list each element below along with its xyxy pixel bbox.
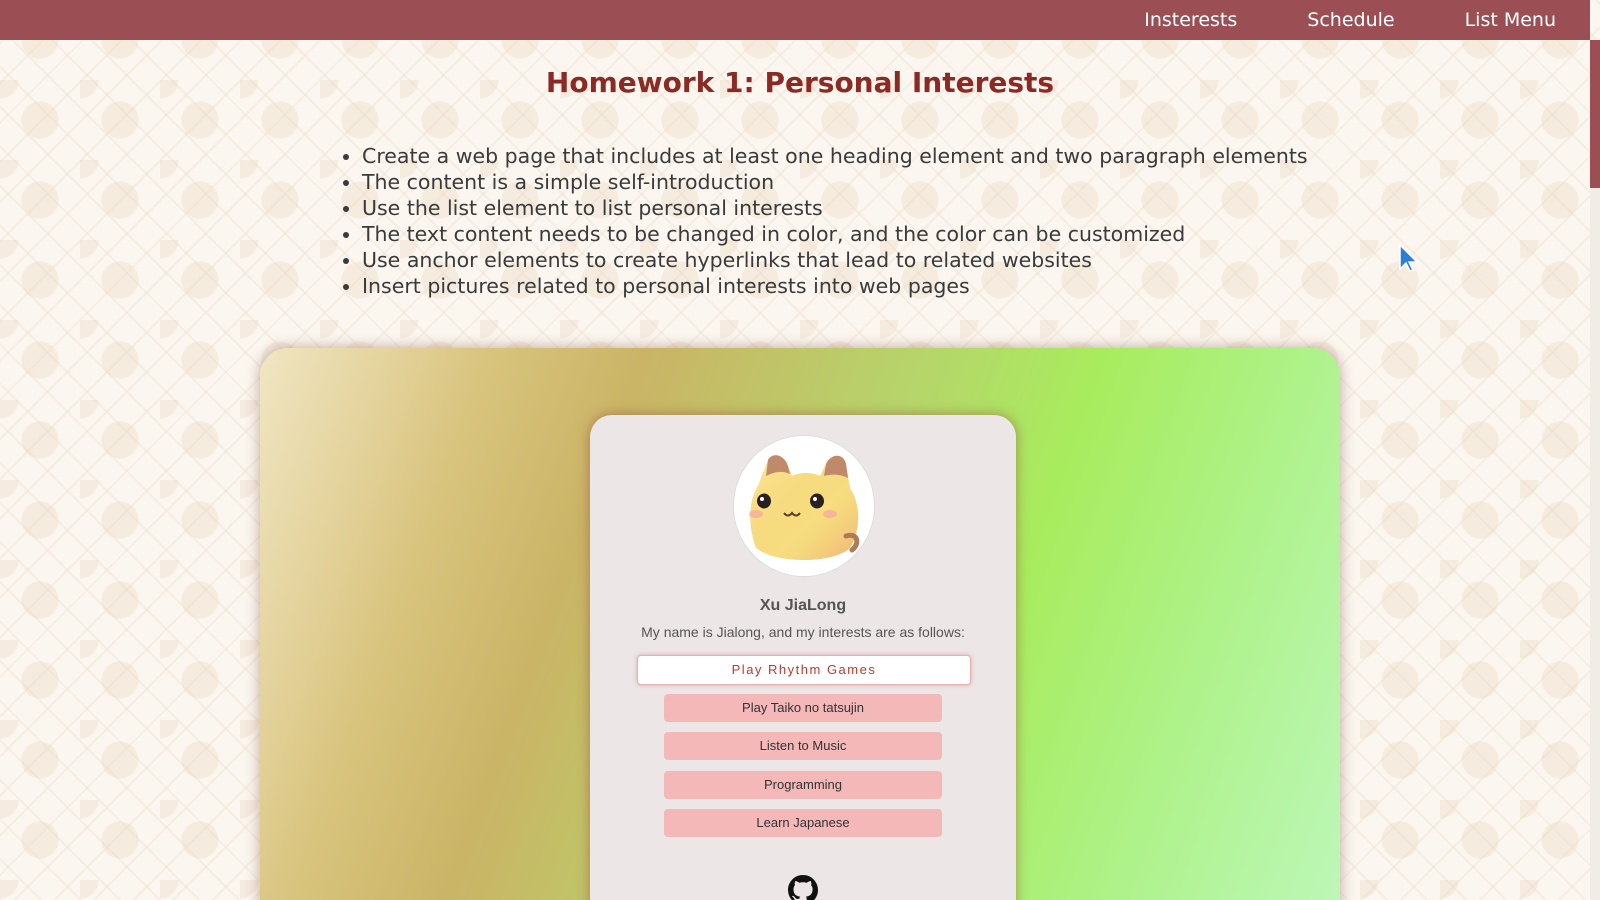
avatar bbox=[733, 435, 875, 577]
list-item: The content is a simple self-introductio… bbox=[362, 169, 1308, 195]
profile-card: Xu JiaLong My name is Jialong, and my in… bbox=[590, 415, 1016, 900]
play-taiko-button[interactable]: Play Taiko no tatsujin bbox=[664, 694, 942, 722]
learn-japanese-button[interactable]: Learn Japanese bbox=[664, 809, 942, 837]
programming-button[interactable]: Programming bbox=[664, 771, 942, 799]
play-rhythm-games-button[interactable]: Play Rhythm Games bbox=[637, 655, 971, 685]
profile-name: Xu JiaLong bbox=[759, 597, 847, 614]
avatar-image bbox=[734, 436, 874, 576]
list-item: Create a web page that includes at least… bbox=[362, 143, 1308, 169]
top-navbar: Insterests Schedule List Menu bbox=[0, 0, 1590, 40]
page-title: Homework 1: Personal Interests bbox=[545, 66, 1055, 99]
list-item: Use the list element to list personal in… bbox=[362, 195, 1308, 221]
list-item: Insert pictures related to personal inte… bbox=[362, 273, 1308, 299]
list-item: The text content needs to be changed in … bbox=[362, 221, 1308, 247]
requirements-list: Create a web page that includes at least… bbox=[362, 143, 1308, 299]
github-icon[interactable] bbox=[788, 875, 818, 900]
list-item: Use anchor elements to create hyperlinks… bbox=[362, 247, 1308, 273]
profile-intro: My name is Jialong, and my interests are… bbox=[641, 624, 965, 640]
scrollbar-thumb[interactable] bbox=[1590, 40, 1600, 188]
nav-link-schedule[interactable]: Schedule bbox=[1307, 9, 1394, 31]
nav-link-list-menu[interactable]: List Menu bbox=[1465, 9, 1556, 31]
nav-link-interests[interactable]: Insterests bbox=[1144, 9, 1237, 31]
mouse-cursor-icon bbox=[1399, 243, 1419, 272]
listen-to-music-button[interactable]: Listen to Music bbox=[664, 732, 942, 760]
